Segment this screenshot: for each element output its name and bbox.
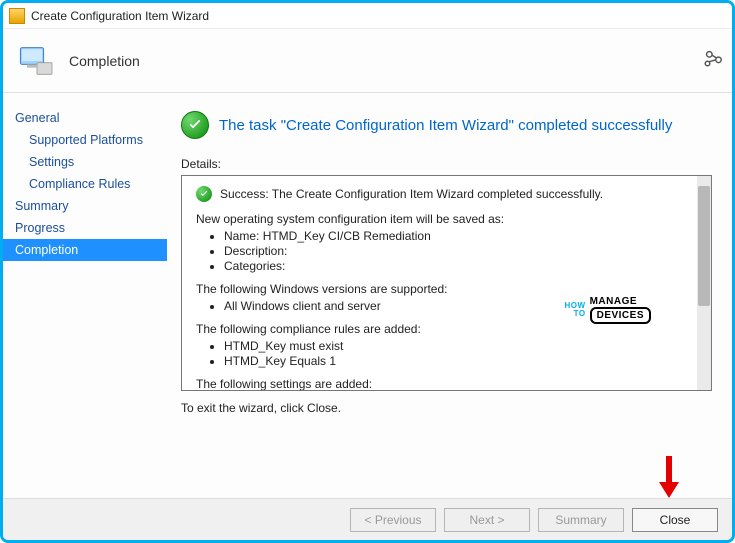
scrollbar-track[interactable] [697, 176, 711, 390]
saved-as-intro: New operating system configuration item … [196, 212, 504, 226]
details-box: Success: The Create Configuration Item W… [181, 175, 712, 391]
details-label: Details: [181, 157, 712, 171]
scrollbar-thumb[interactable] [698, 186, 710, 306]
sidebar-item-compliance-rules[interactable]: Compliance Rules [3, 173, 167, 195]
success-heading: The task "Create Configuration Item Wiza… [219, 117, 672, 134]
title-bar: Create Configuration Item Wizard [3, 3, 732, 29]
success-icon [181, 111, 209, 139]
saved-as-block: New operating system configuration item … [196, 212, 697, 274]
sidebar-item-settings[interactable]: Settings [3, 151, 167, 173]
wizard-header: Completion [3, 29, 732, 93]
rule-item: HTMD_Key must exist [224, 339, 697, 354]
rules-block: The following compliance rules are added… [196, 322, 697, 369]
sidebar-item-completion[interactable]: Completion [3, 239, 167, 261]
versions-intro: The following Windows versions are suppo… [196, 282, 447, 296]
close-button[interactable]: Close [632, 508, 718, 532]
wizard-window: Create Configuration Item Wizard Complet… [0, 0, 735, 543]
share-icon[interactable] [702, 47, 724, 69]
rules-intro: The following compliance rules are added… [196, 322, 421, 336]
previous-button: < Previous [350, 508, 436, 532]
wizard-sidebar: General Supported Platforms Settings Com… [3, 93, 167, 498]
saved-desc-label: Description: [224, 244, 287, 258]
wizard-main: The task "Create Configuration Item Wiza… [167, 93, 732, 498]
rule-item: HTMD_Key Equals 1 [224, 354, 697, 369]
wizard-footer: < Previous Next > Summary Close [3, 498, 732, 540]
next-button: Next > [444, 508, 530, 532]
sidebar-item-progress[interactable]: Progress [3, 217, 167, 239]
summary-button: Summary [538, 508, 624, 532]
saved-name-label: Name: [224, 229, 263, 243]
check-icon [196, 186, 212, 202]
page-title: Completion [69, 53, 140, 69]
completion-icon [17, 41, 57, 81]
sidebar-item-summary[interactable]: Summary [3, 195, 167, 217]
sidebar-item-supported-platforms[interactable]: Supported Platforms [3, 129, 167, 151]
sidebar-item-general[interactable]: General [3, 107, 167, 129]
window-title: Create Configuration Item Wizard [31, 9, 209, 23]
details-success-line: Success: The Create Configuration Item W… [220, 187, 603, 201]
saved-cat-label: Categories: [224, 259, 285, 273]
watermark: HOW TO MANAGE DEVICES [565, 296, 651, 324]
exit-hint: To exit the wizard, click Close. [181, 401, 712, 415]
settings-block: The following settings are added: HTMD_K… [196, 377, 697, 391]
settings-intro: The following settings are added: [196, 377, 372, 391]
saved-name-value: HTMD_Key CI/CB Remediation [263, 229, 431, 243]
window-icon [9, 8, 25, 24]
